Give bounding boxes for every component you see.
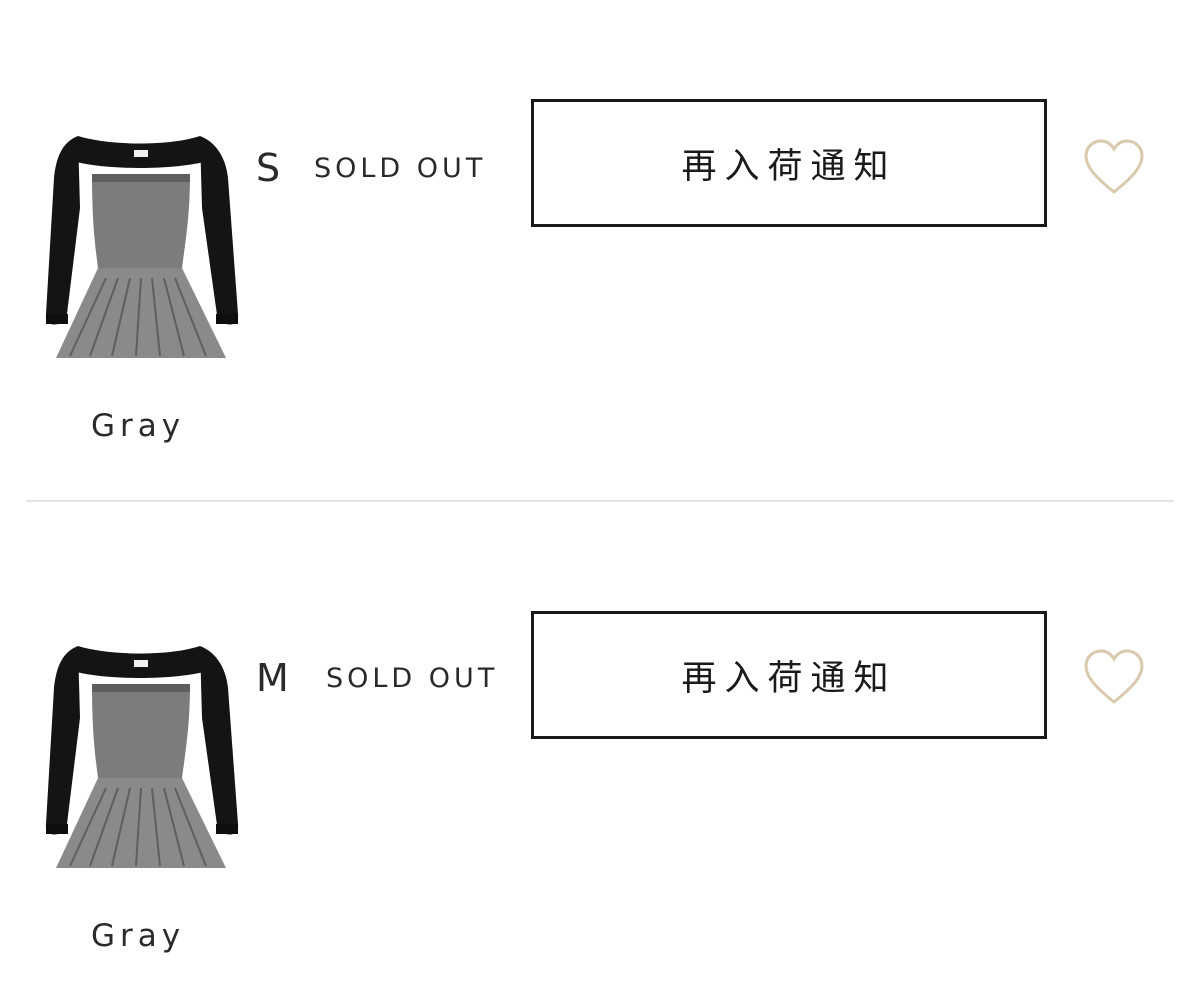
heart-outline-icon[interactable] [1082, 138, 1146, 198]
stock-status-label: SOLD OUT [326, 663, 499, 694]
color-label: Gray [90, 918, 186, 954]
stock-status-label: SOLD OUT [314, 153, 487, 184]
product-thumbnail[interactable] [40, 118, 250, 378]
variant-row-m: Gray M SOLD OUT 再入荷通知 [0, 510, 1200, 970]
restock-notify-button[interactable]: 再入荷通知 [531, 99, 1047, 227]
variant-row-s: Gray S SOLD OUT 再入荷通知 [0, 0, 1200, 460]
dress-image [45, 136, 239, 358]
product-thumbnail[interactable] [40, 628, 250, 888]
size-label: S [256, 146, 281, 190]
size-label: M [256, 656, 289, 700]
heart-outline-icon[interactable] [1082, 648, 1146, 708]
row-divider [26, 500, 1174, 502]
restock-notify-button[interactable]: 再入荷通知 [531, 611, 1047, 739]
dress-image [45, 646, 239, 868]
color-label: Gray [90, 408, 186, 444]
